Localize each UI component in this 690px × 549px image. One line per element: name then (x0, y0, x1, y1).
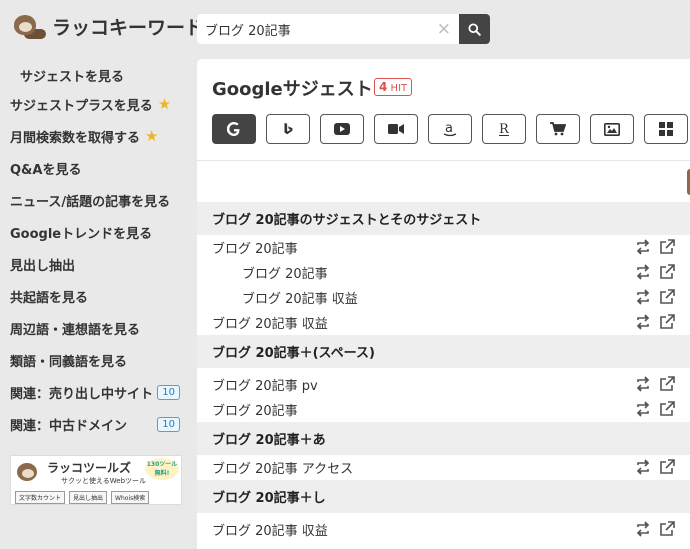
free-badge: 130ツール 無料! (145, 458, 179, 480)
banner-tag: Whois検索 (111, 491, 150, 504)
retweet-icon[interactable] (635, 264, 651, 280)
main-panel: Googleサジェスト 4 HIT a R ブログ 20記事のサジェストとそのサ… (197, 59, 690, 549)
sidebar-item-sites-for-sale[interactable]: 関連：売り出し中サイト 10 (0, 376, 190, 408)
banner-tags: 文字数カウント 見出し抽出 Whois検索 (15, 491, 150, 504)
retweet-icon[interactable] (635, 376, 651, 392)
retweet-icon[interactable] (635, 521, 651, 537)
amazon-icon: a (443, 121, 457, 137)
tab-more[interactable] (644, 114, 688, 144)
tab-images[interactable] (590, 114, 634, 144)
external-link-icon[interactable] (659, 401, 675, 417)
banner-tag: 文字数カウント (15, 491, 66, 504)
ad-area (197, 161, 690, 201)
tab-amazon[interactable]: a (428, 114, 472, 144)
banner-subtitle: サクッと使えるWebツール (61, 477, 147, 485)
suggest-text[interactable]: ブログ 20記事 収益 (197, 288, 358, 307)
hit-count-badge: 4 HIT (374, 78, 413, 96)
rakko-tools-banner[interactable]: ラッコツールズ サクッと使えるWebツール 130ツール 無料! 文字数カウント … (10, 455, 182, 505)
search-input[interactable] (197, 14, 433, 44)
logo-text: ラッコキーワード (52, 16, 205, 39)
banner-title: ラッコツールズ (47, 461, 132, 475)
external-link-icon[interactable] (659, 376, 675, 392)
search-button[interactable] (459, 14, 490, 44)
sidebar-item-suggest[interactable]: サジェストを見る (0, 62, 190, 88)
svg-text:R: R (499, 122, 510, 137)
image-icon (604, 122, 620, 136)
tab-youtube[interactable] (320, 114, 364, 144)
tab-bing[interactable] (266, 114, 310, 144)
sidebar-item-qa[interactable]: Q&Aを見る (0, 152, 190, 184)
list-item[interactable]: ブログ 20記事 収益 (197, 285, 690, 310)
sidebar-item-search-volume[interactable]: 月間検索数を取得する ★ (0, 120, 190, 152)
external-link-icon[interactable] (659, 459, 675, 475)
external-link-icon[interactable] (659, 264, 675, 280)
search-icon (468, 22, 481, 36)
list-item[interactable]: ブログ 20記事 (197, 235, 690, 260)
tab-rakuten[interactable]: R (482, 114, 526, 144)
star-icon: ★ (157, 95, 172, 113)
section-heading: ブログ 20記事＋し (197, 480, 690, 513)
sidebar: サジェストを見る サジェストプラスを見る ★ 月間検索数を取得する ★ Q&Aを見る… (0, 62, 190, 440)
sidebar-item-synonyms[interactable]: 類語・同義語を見る (0, 344, 190, 376)
count-badge: 10 (157, 384, 180, 400)
count-badge: 10 (157, 416, 180, 432)
list-item[interactable]: ブログ 20記事 pv (197, 372, 690, 397)
external-link-icon[interactable] (659, 314, 675, 330)
clear-icon[interactable]: × (437, 19, 451, 39)
suggest-text[interactable]: ブログ 20記事 (197, 400, 298, 419)
retweet-icon[interactable] (635, 239, 651, 255)
retweet-icon[interactable] (635, 314, 651, 330)
sidebar-item-related-words[interactable]: 周辺語・連想語を見る (0, 312, 190, 344)
google-icon (227, 122, 240, 136)
retweet-icon[interactable] (635, 289, 651, 305)
list-item[interactable]: ブログ 20記事 (197, 260, 690, 285)
retweet-icon[interactable] (635, 459, 651, 475)
rakuten-icon: R (499, 122, 510, 137)
otter-icon (15, 461, 43, 487)
sidebar-item-used-domains[interactable]: 関連：中古ドメイン 10 (0, 408, 190, 440)
cart-icon (550, 122, 566, 136)
suggest-text[interactable]: ブログ 20記事 (197, 238, 298, 257)
section-heading: ブログ 20記事＋あ (197, 422, 690, 455)
tab-video[interactable] (374, 114, 418, 144)
section-heading: ブログ 20記事のサジェストとそのサジェスト (197, 202, 690, 235)
list-item[interactable]: ブログ 20記事 (197, 397, 690, 422)
bing-icon (284, 122, 293, 135)
suggest-text[interactable]: ブログ 20記事 アクセス (197, 458, 353, 477)
search-box: × (197, 14, 459, 44)
page-title: Googleサジェスト (212, 79, 373, 100)
banner-tag: 見出し抽出 (69, 491, 108, 504)
sidebar-item-suggest-plus[interactable]: サジェストプラスを見る ★ (0, 88, 190, 120)
video-icon (388, 124, 404, 134)
section-heading: ブログ 20記事＋(スペース) (197, 335, 690, 368)
suggest-text[interactable]: ブログ 20記事 収益 (197, 520, 328, 539)
external-link-icon[interactable] (659, 239, 675, 255)
list-item[interactable]: ブログ 20記事 収益 (197, 517, 690, 542)
retweet-icon[interactable] (635, 401, 651, 417)
sidebar-item-news[interactable]: ニュース/話題の記事を見る (0, 184, 190, 216)
sidebar-item-heading-extract[interactable]: 見出し抽出 (0, 248, 190, 280)
otter-logo-icon (10, 11, 46, 41)
list-item[interactable]: ブログ 20記事 収益 (197, 310, 690, 335)
star-icon: ★ (145, 127, 159, 145)
suggest-text[interactable]: ブログ 20記事 (197, 263, 328, 282)
engine-tabs: a R (212, 114, 688, 144)
grid-icon (659, 122, 673, 136)
sidebar-item-google-trends[interactable]: Googleトレンドを見る (0, 216, 190, 248)
external-link-icon[interactable] (659, 521, 675, 537)
list-item[interactable]: ブログ 20記事 アクセス (197, 455, 690, 480)
suggest-text[interactable]: ブログ 20記事 pv (197, 375, 318, 394)
sidebar-item-cooccurrence[interactable]: 共起語を見る (0, 280, 190, 312)
tab-google[interactable] (212, 114, 256, 144)
tab-shopping[interactable] (536, 114, 580, 144)
results-list: ブログ 20記事のサジェストとそのサジェスト ブログ 20記事 ブログ 20記事… (197, 202, 690, 542)
suggest-text[interactable]: ブログ 20記事 収益 (197, 313, 328, 332)
svg-text:a: a (445, 121, 453, 136)
external-link-icon[interactable] (659, 289, 675, 305)
site-logo[interactable]: ラッコキーワード (10, 10, 204, 42)
youtube-icon (334, 123, 350, 135)
